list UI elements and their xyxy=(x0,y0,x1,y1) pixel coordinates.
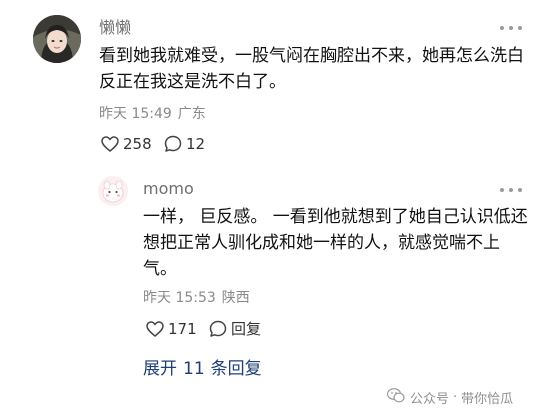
heart-outline-icon xyxy=(101,136,123,152)
watermark-label-2: 带你恰瓜 xyxy=(461,392,514,407)
comment-text: 看到她我就难受，一股气闷在胸腔出不来，她再怎么洗白反正在我这是洗不白了。 xyxy=(99,46,524,92)
heart-outline-icon xyxy=(146,321,168,337)
comment-time: 昨天 15:49 xyxy=(99,106,172,122)
reply-like-button[interactable]: 171 xyxy=(146,320,197,338)
reply-text: 一样， 巨反感。 一看到他就想到了她自己认识低还想把正常人驯化成和她一样的人，就… xyxy=(143,207,528,279)
comment-reply-count: 12 xyxy=(186,135,206,153)
expand-prefix: 展开 xyxy=(143,359,177,379)
watermark-separator: · xyxy=(453,390,458,405)
expand-count: 11 xyxy=(183,359,205,379)
comment-like-count: 258 xyxy=(123,135,152,153)
watermark: 公众号 · 带你恰瓜 xyxy=(386,388,514,407)
comment-reply-button[interactable]: 12 xyxy=(164,135,205,153)
reply-reply-button[interactable]: 回复 xyxy=(209,320,261,338)
comment-location: 广东 xyxy=(177,106,206,122)
commenter-avatar[interactable] xyxy=(33,15,81,63)
comment-like-button[interactable]: 258 xyxy=(101,135,152,153)
reply-more-dots-icon[interactable] xyxy=(500,183,522,197)
reply-location: 陕西 xyxy=(221,290,250,306)
expand-suffix: 条回复 xyxy=(210,359,262,379)
speech-bubble-icon xyxy=(209,320,231,338)
watermark-label-1: 公众号 xyxy=(410,392,450,407)
more-dots-icon[interactable] xyxy=(500,21,522,35)
replier-username[interactable]: momo xyxy=(143,179,194,199)
reply-time: 昨天 15:53 xyxy=(143,290,216,306)
reply-like-count: 171 xyxy=(168,320,197,338)
comment-meta: 昨天 15:49 广东 xyxy=(99,105,206,123)
commenter-username[interactable]: 懒懒 xyxy=(99,18,131,38)
reply-reply-label: 回复 xyxy=(231,320,262,338)
reply-meta: 昨天 15:53 陕西 xyxy=(143,289,250,307)
wechat-logo-icon xyxy=(386,388,410,407)
expand-replies-link[interactable]: 展开 11 条回复 xyxy=(143,358,262,380)
speech-bubble-icon xyxy=(164,135,186,153)
replier-avatar[interactable] xyxy=(98,176,128,206)
